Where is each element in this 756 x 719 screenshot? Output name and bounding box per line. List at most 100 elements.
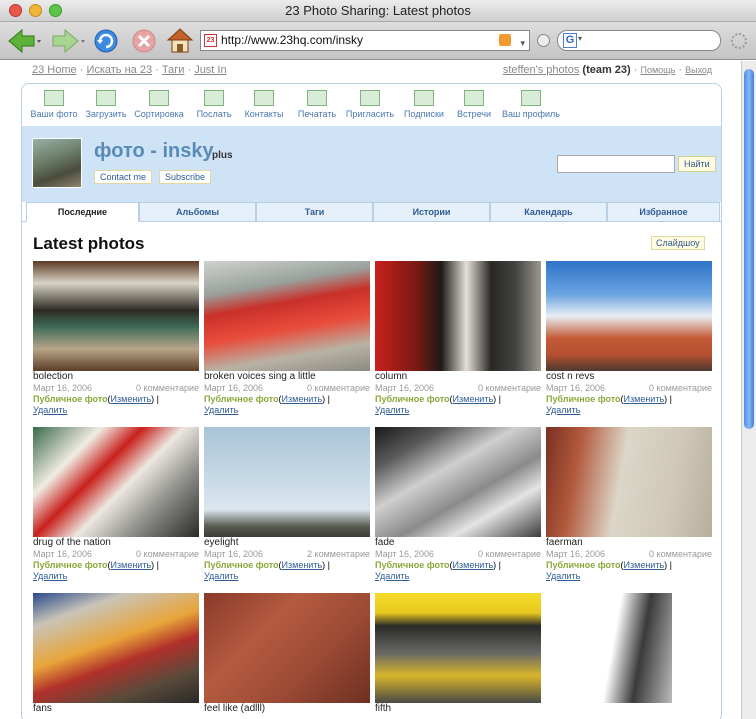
go-icon[interactable] [537, 34, 550, 47]
profile-action[interactable]: Ваш профиль [502, 90, 560, 119]
delete-link[interactable]: Удалить [33, 405, 199, 416]
nav-separator: · [678, 64, 682, 76]
photo-thumbnail[interactable] [592, 593, 672, 703]
search-engine-dropdown-icon[interactable]: ▾ [578, 34, 582, 43]
photo-thumbnail[interactable] [546, 427, 712, 537]
change-link[interactable]: Изменить [111, 560, 152, 570]
stop-button[interactable] [130, 26, 158, 56]
change-link[interactable]: Изменить [282, 394, 323, 404]
user-photos-link[interactable]: steffen's photos [503, 64, 580, 76]
delete-link[interactable]: Удалить [546, 405, 712, 416]
photo-title[interactable]: column [375, 371, 541, 383]
tags-link[interactable]: Таги [162, 64, 185, 76]
reload-button[interactable] [92, 26, 120, 56]
help-link[interactable]: Помощь [641, 65, 676, 75]
subscribe-button[interactable]: Subscribe [159, 170, 212, 184]
logout-link[interactable]: Выход [685, 65, 712, 75]
photo-thumbnail[interactable] [375, 593, 541, 703]
photo-title[interactable]: eyelight [204, 537, 370, 549]
upload-action[interactable]: Загрузить [84, 90, 128, 119]
justin-link[interactable]: Just In [194, 64, 226, 76]
minimize-window-button[interactable] [29, 4, 42, 17]
avatar[interactable] [32, 138, 82, 188]
delete-link[interactable]: Удалить [546, 571, 712, 582]
photo-title[interactable]: feel like (adlll) [204, 703, 370, 715]
photo-comments[interactable]: 0 комментарие [649, 549, 712, 560]
tab-tags[interactable]: Таги [256, 202, 373, 222]
photo-thumbnail[interactable] [204, 593, 370, 703]
print-action[interactable]: Печатать [294, 90, 340, 119]
tab-stories[interactable]: Истории [373, 202, 490, 222]
meetings-action[interactable]: Встречи [454, 90, 494, 119]
search-button[interactable]: Найти [678, 156, 716, 172]
photo-thumbnail[interactable] [204, 261, 370, 371]
photo-comments[interactable]: 0 комментарие [649, 383, 712, 394]
photo-thumbnail[interactable] [33, 261, 199, 371]
send-action[interactable]: Послать [194, 90, 234, 119]
photo-comments[interactable]: 0 комментарие [307, 383, 370, 394]
your-photos-action[interactable]: Ваши фото [29, 90, 79, 119]
change-link[interactable]: Изменить [453, 560, 494, 570]
zoom-window-button[interactable] [49, 4, 62, 17]
tab-calendar[interactable]: Календарь [490, 202, 607, 222]
forward-button[interactable] [50, 26, 86, 56]
photo-thumbnail[interactable] [204, 427, 370, 537]
site-search-input[interactable] [557, 155, 675, 173]
photo-title[interactable]: cost n revs [546, 371, 712, 383]
tab-favorites[interactable]: Избранное [607, 202, 720, 222]
home-link[interactable]: 23 Home [32, 64, 77, 76]
contact-me-button[interactable]: Contact me [94, 170, 153, 184]
delete-link[interactable]: Удалить [375, 405, 541, 416]
invite-action[interactable]: Пригласить [344, 90, 396, 119]
tab-albums[interactable]: Альбомы [139, 202, 256, 222]
delete-link[interactable]: Удалить [204, 405, 370, 416]
url-text: http://www.23hq.com/insky [221, 33, 364, 47]
search-link[interactable]: Искать на 23 [86, 64, 152, 76]
photo-thumbnail[interactable] [33, 593, 199, 703]
photo-title[interactable]: faerman [546, 537, 712, 549]
rss-icon[interactable] [499, 34, 511, 46]
delete-link[interactable]: Удалить [375, 571, 541, 582]
subscriptions-action[interactable]: Подписки [402, 90, 446, 119]
contacts-action[interactable]: Контакты [242, 90, 286, 119]
photo-thumbnail[interactable] [375, 261, 541, 371]
photo-title[interactable]: drug of the nation [33, 537, 199, 549]
photo-title[interactable]: fans [33, 703, 199, 715]
change-link[interactable]: Изменить [624, 394, 665, 404]
photo-card: broken voices sing a little Март 16, 200… [204, 261, 370, 416]
photo-comments[interactable]: 2 комментарие [307, 549, 370, 560]
tab-latest[interactable]: Последние [26, 202, 139, 222]
public-label: Публичное фото [546, 560, 621, 570]
home-button[interactable] [166, 26, 194, 56]
url-input[interactable]: 23 http://www.23hq.com/insky ▾ [200, 30, 530, 51]
url-dropdown-icon[interactable]: ▾ [520, 34, 525, 53]
photo-title[interactable]: fifth [375, 703, 541, 715]
change-link[interactable]: Изменить [111, 394, 152, 404]
change-link[interactable]: Изменить [624, 560, 665, 570]
photo-comments[interactable]: 0 комментарие [136, 549, 199, 560]
photo-title[interactable]: bolection [33, 371, 199, 383]
photo-title[interactable]: broken voices sing a little [204, 371, 370, 383]
browser-search-input[interactable]: G ▾ [557, 30, 721, 51]
profile-icon [521, 90, 541, 106]
organize-action[interactable]: Сортировка [134, 90, 184, 119]
vertical-scrollbar[interactable] [741, 61, 756, 719]
photo-thumbnail[interactable] [546, 261, 712, 371]
photo-comments[interactable]: 0 комментарие [136, 383, 199, 394]
page-title: фото - insky [94, 140, 214, 162]
change-link[interactable]: Изменить [453, 394, 494, 404]
delete-link[interactable]: Удалить [33, 571, 199, 582]
delete-link[interactable]: Удалить [204, 571, 370, 582]
slideshow-button[interactable]: Слайдшоу [651, 236, 705, 250]
photo-comments[interactable]: 0 комментарие [478, 549, 541, 560]
scrollbar-thumb[interactable] [744, 69, 754, 429]
back-button[interactable] [6, 26, 42, 56]
photo-thumbnail[interactable] [33, 427, 199, 537]
photo-meta: Март 16, 2006 0 комментарие [375, 549, 541, 560]
close-window-button[interactable] [9, 4, 22, 17]
photo-meta: Март 16, 2006 0 комментарие [546, 549, 712, 560]
photo-thumbnail[interactable] [375, 427, 541, 537]
change-link[interactable]: Изменить [282, 560, 323, 570]
photo-comments[interactable]: 0 комментарие [478, 383, 541, 394]
photo-title[interactable]: fade [375, 537, 541, 549]
